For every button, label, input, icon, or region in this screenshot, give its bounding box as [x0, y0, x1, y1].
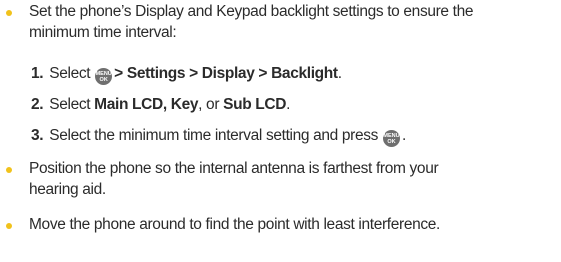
bullet-line: Set the phone’s Display and Keypad backl…	[29, 3, 474, 20]
bullet-dot-icon	[6, 10, 12, 16]
bullet-line: Move the phone around to find the point …	[29, 216, 441, 233]
bullet-dot-icon	[6, 167, 12, 173]
bullet-text: Move the phone around to find the point …	[29, 214, 555, 235]
menu-path: > Settings > Display > Backlight	[114, 65, 338, 82]
menu-ok-key-icon: MENU OK	[95, 68, 113, 85]
bullet-item: Position the phone so the internal anten…	[0, 157, 555, 205]
bullet-item: Move the phone around to find the point …	[0, 213, 555, 237]
bullet-text: Set the phone’s Display and Keypad backl…	[29, 1, 555, 43]
step-number: 2.	[31, 96, 44, 113]
bullet-dot-icon	[6, 223, 12, 229]
bullet-text: Position the phone so the internal anten…	[29, 158, 555, 200]
step-item: 2. Select Main LCD, Key, or Sub LCD.	[31, 94, 551, 115]
bullet-line: Position the phone so the internal anten…	[29, 160, 439, 177]
step-text: Select	[49, 65, 95, 82]
bullet-item: Set the phone’s Display and Keypad backl…	[0, 0, 555, 48]
bullet-line: minimum time interval:	[29, 24, 177, 41]
step-text: Select	[49, 96, 95, 113]
option-sub-lcd: Sub LCD	[223, 96, 287, 113]
step-number: 1.	[31, 65, 44, 82]
step-item: 3. Select the minimum time interval setti…	[31, 125, 551, 147]
bullet-line: hearing aid.	[29, 181, 106, 198]
step-end: .	[402, 127, 406, 144]
manual-page: Set the phone’s Display and Keypad backl…	[0, 0, 561, 262]
step-text: Select the minimum time interval setting…	[49, 127, 383, 144]
menu-ok-key-icon: MENU OK	[383, 130, 401, 147]
step-item: 1. Select MENU OK > Settings > Display > Ba…	[31, 63, 551, 85]
step-text: , or	[198, 96, 224, 113]
option-main-lcd-key: Main LCD, Key	[94, 96, 199, 113]
step-end: .	[286, 96, 291, 113]
step-number: 3.	[31, 127, 44, 144]
step-end: .	[337, 65, 342, 82]
